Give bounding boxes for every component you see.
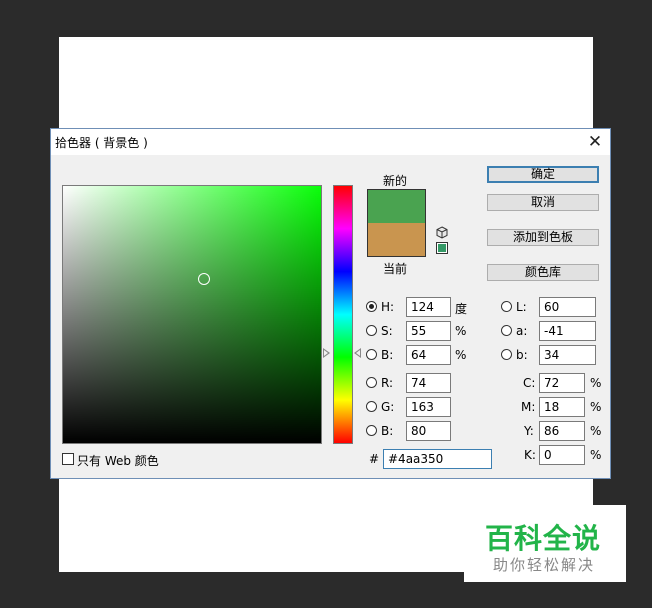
black-label: K: <box>524 448 536 462</box>
ok-button[interactable]: 确定 <box>487 166 599 183</box>
cyan-unit: % <box>590 376 602 390</box>
blue-label: B: <box>381 424 394 438</box>
color-picker-dialog: 拾色器 ( 背景色 ) ✕ 新的 当前 确定 取消 添加到色板 颜色库 H: 1… <box>50 128 611 479</box>
lab-b-radio[interactable] <box>501 349 512 360</box>
brightness-radio[interactable] <box>366 349 377 360</box>
green-radio[interactable] <box>366 401 377 412</box>
magenta-input[interactable]: 18 <box>539 397 585 417</box>
cyan-label: C: <box>523 376 536 390</box>
hue-radio[interactable] <box>366 301 377 312</box>
hue-label: H: <box>381 300 395 314</box>
lab-a-label: a: <box>516 324 528 338</box>
lab-a-radio[interactable] <box>501 325 512 336</box>
new-color-label: 新的 <box>383 174 408 188</box>
current-color-swatch[interactable] <box>368 223 425 256</box>
out-of-gamut-cube-icon[interactable] <box>436 226 448 239</box>
hue-unit: 度 <box>455 302 468 316</box>
websafe-color-icon[interactable] <box>436 242 448 254</box>
watermark-title: 百科全说 <box>485 522 602 555</box>
lightness-input[interactable]: 60 <box>539 297 596 317</box>
red-label: R: <box>381 376 394 390</box>
cyan-input[interactable]: 72 <box>539 373 585 393</box>
blue-radio[interactable] <box>366 425 377 436</box>
yellow-input[interactable]: 86 <box>539 421 585 441</box>
lab-b-input[interactable]: 34 <box>539 345 596 365</box>
green-input[interactable]: 163 <box>406 397 451 417</box>
brightness-label: B: <box>381 348 394 362</box>
color-field[interactable] <box>62 185 322 444</box>
yellow-label: Y: <box>524 424 534 438</box>
red-radio[interactable] <box>366 377 377 388</box>
saturation-unit: % <box>455 324 467 338</box>
color-swatch-preview <box>367 189 426 257</box>
watermark-subtitle: 助你轻松解决 <box>493 556 596 574</box>
black-input[interactable]: 0 <box>539 445 585 465</box>
magenta-unit: % <box>590 400 602 414</box>
hex-label: # <box>369 452 380 466</box>
saturation-radio[interactable] <box>366 325 377 336</box>
hue-input[interactable]: 124 <box>406 297 451 317</box>
lightness-radio[interactable] <box>501 301 512 312</box>
dialog-titlebar: 拾色器 ( 背景色 ) ✕ <box>51 129 610 155</box>
lab-a-input[interactable]: -41 <box>539 321 596 341</box>
red-input[interactable]: 74 <box>406 373 451 393</box>
green-label: G: <box>381 400 395 414</box>
hue-slider[interactable] <box>333 185 353 444</box>
color-libraries-button[interactable]: 颜色库 <box>487 264 599 281</box>
new-color-swatch <box>368 190 425 223</box>
current-color-label: 当前 <box>383 262 408 276</box>
web-colors-only-label: 只有 Web 颜色 <box>77 454 159 468</box>
yellow-unit: % <box>590 424 602 438</box>
dialog-title: 拾色器 ( 背景色 ) <box>55 136 148 150</box>
close-icon[interactable]: ✕ <box>584 131 606 153</box>
saturation-input[interactable]: 55 <box>406 321 451 341</box>
hex-input[interactable]: #4aa350 <box>383 449 492 469</box>
lightness-label: L: <box>516 300 527 314</box>
lab-b-label: b: <box>516 348 528 362</box>
watermark-logo: 百科全说 助你轻松解决 <box>464 505 626 582</box>
blue-input[interactable]: 80 <box>406 421 451 441</box>
cancel-button[interactable]: 取消 <box>487 194 599 211</box>
brightness-unit: % <box>455 348 467 362</box>
web-colors-only-checkbox[interactable] <box>62 453 74 465</box>
brightness-input[interactable]: 64 <box>406 345 451 365</box>
saturation-label: S: <box>381 324 393 338</box>
magenta-label: M: <box>521 400 536 414</box>
color-field-cursor[interactable] <box>198 273 210 285</box>
add-to-swatches-button[interactable]: 添加到色板 <box>487 229 599 246</box>
hue-slider-left-arrow-icon[interactable] <box>323 348 330 358</box>
black-unit: % <box>590 448 602 462</box>
hue-slider-right-arrow-icon[interactable] <box>354 348 361 358</box>
